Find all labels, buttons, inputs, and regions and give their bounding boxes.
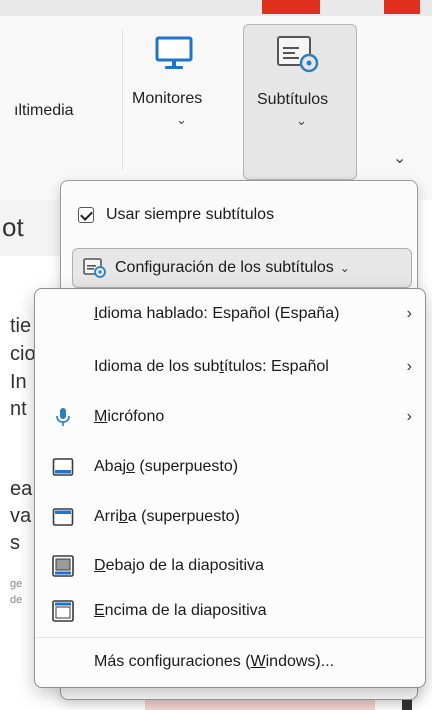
bg-fragment: va [10, 505, 32, 527]
menu-item-microphone[interactable]: Micrófono › [34, 393, 426, 441]
menu-item-spoken-language[interactable]: Idioma hablado: Español (España) › [34, 290, 426, 338]
ribbon-accent-bar [262, 0, 320, 14]
bg-fragment: tie [10, 315, 32, 337]
subtitle-top-overlay-icon [52, 508, 74, 526]
subtitle-settings-button[interactable]: Configuración de los subtítulos ⌄ [72, 248, 412, 288]
menu-item-label: Abajo (superpuesto) [94, 458, 239, 475]
subtitle-settings-chevron-icon: ⌄ [339, 261, 350, 275]
subtitle-above-slide-icon [52, 600, 74, 622]
menu-item-below-slide[interactable]: Debajo de la diapositiva [34, 542, 426, 590]
submenu-arrow-icon: › [406, 408, 412, 425]
menu-item-label: Debajo de la diapositiva [94, 557, 264, 574]
ribbon-expand-chevron-icon[interactable]: ⌄ [393, 148, 406, 168]
menu-item-top-overlay[interactable]: Arriba (superpuesto) [34, 493, 426, 541]
subtitles-settings-icon [277, 36, 319, 73]
monitors-chevron-icon: ⌄ [176, 112, 187, 127]
bg-fragment: cio [10, 343, 36, 365]
submenu-arrow-icon: › [406, 305, 412, 322]
menu-item-label: Idioma hablado: Español (España) [94, 305, 340, 322]
menu-item-label: Más configuraciones (Windows)... [94, 653, 335, 670]
bg-small-fragment: de [10, 594, 23, 606]
bg-fragment: In [10, 371, 27, 393]
menu-item-label: Arriba (superpuesto) [94, 508, 240, 525]
submenu-arrow-icon: › [406, 358, 412, 375]
bg-fragment: s [10, 532, 20, 554]
subtitles-settings-small-icon [83, 258, 106, 278]
subtitles-button[interactable]: Subtítulos ⌄ [243, 24, 357, 180]
menu-item-above-slide[interactable]: Encima de la diapositiva [34, 587, 426, 635]
menu-item-label: Encima de la diapositiva [94, 602, 267, 619]
menu-item-subtitle-language[interactable]: Idioma de los subtítulos: Español › [34, 343, 426, 391]
slide-title-fragment: ot [2, 212, 24, 242]
ribbon-accent-bar-right [384, 0, 420, 14]
subtitle-below-slide-icon [52, 555, 74, 577]
bg-small-fragment: ge [10, 578, 23, 590]
subtitles-label: Subtítulos [257, 91, 329, 108]
subtitle-bottom-overlay-icon [52, 458, 74, 476]
monitors-label: Monitores [132, 90, 203, 107]
always-subtitles-checkbox[interactable] [78, 207, 94, 223]
menu-item-label: Idioma de los subtítulos: Español [94, 358, 329, 375]
menu-item-bottom-overlay[interactable]: Abajo (superpuesto) [34, 443, 426, 491]
monitors-button[interactable]: Monitores ⌄ [126, 24, 238, 174]
microphone-icon [56, 408, 70, 426]
monitor-icon [155, 36, 193, 69]
ribbon-separator [122, 30, 123, 170]
subtitle-settings-label: Configuración de los subtítulos [115, 259, 334, 276]
always-subtitles-checkbox-row[interactable]: Usar siempre subtítulos [78, 202, 274, 228]
ribbon-top-strip [0, 0, 432, 16]
bg-fragment: nt [10, 398, 27, 420]
menu-item-more-settings[interactable]: Más configuraciones (Windows)... [34, 638, 426, 686]
always-subtitles-label: Usar siempre subtítulos [106, 206, 275, 223]
menu-item-label: Micrófono [94, 408, 165, 425]
subtitles-chevron-icon: ⌄ [296, 113, 307, 128]
bg-fragment: ea [10, 478, 33, 500]
multimedia-group-label[interactable]: ıltimedia [14, 102, 74, 120]
